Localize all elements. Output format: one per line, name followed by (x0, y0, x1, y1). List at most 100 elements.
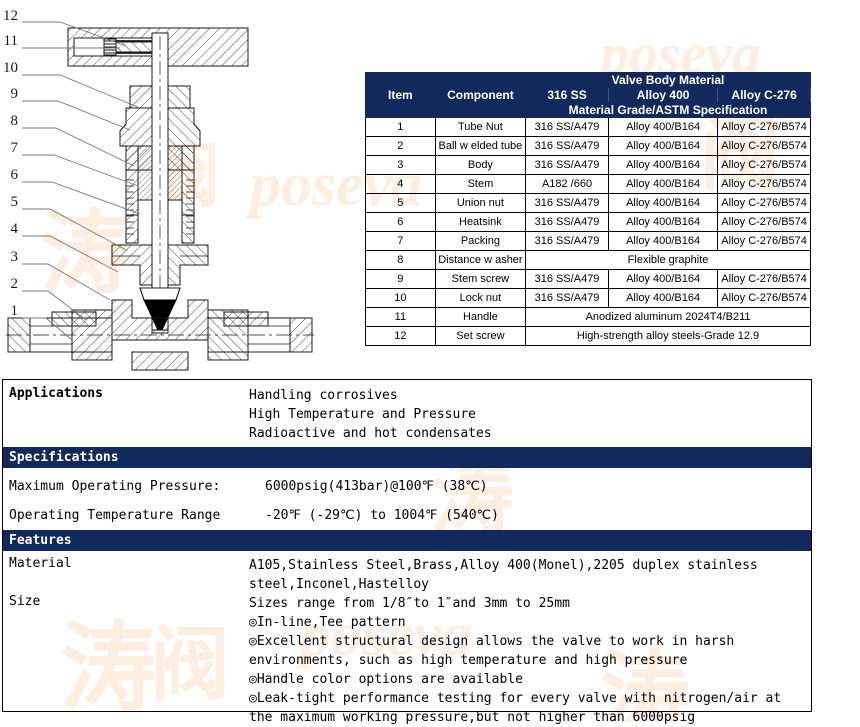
cell-material-316ss: 316 SS/A479 (525, 193, 609, 213)
callout-number: 1 (11, 303, 19, 319)
table-row: 5 Union nut 316 SS/A479 Alloy 400/B164 Alloy… (365, 193, 811, 213)
cell-component: Set screw (434, 326, 527, 346)
material-values: A105,Stainless Steel,Brass,Alloy 400(Mon… (249, 556, 811, 594)
cell-material-alloy400: Alloy 400/B164 (607, 212, 719, 232)
cell-item: 7 (365, 231, 436, 251)
size-line: Sizes range from 1/8″to 1″and 3mm to 25m… (249, 596, 570, 611)
feature-bullets-row: ◎In-line,Tee pattern ◎Excellent structura… (3, 613, 811, 727)
header-material-alloy400: Alloy 400 (607, 87, 719, 103)
header-item: Item (365, 72, 436, 118)
cell-component: Heatsink (434, 212, 527, 232)
parts-table-head: Item Component Valve Body Material 316 S… (365, 72, 811, 118)
cell-item: 2 (365, 136, 436, 156)
cell-material-316ss: 316 SS/A479 (525, 136, 609, 156)
cell-component: Handle (434, 307, 527, 327)
header-material-alloyc276: Alloy C-276 (717, 87, 811, 103)
table-row: 3 Body 316 SS/A479 Alloy 400/B164 Alloy C-27… (365, 155, 811, 175)
specifications-rows: Maximum Operating Pressure: 6000psig(413b… (3, 468, 811, 530)
cell-material-alloy400: Alloy 400/B164 (607, 193, 719, 213)
callout-number: 11 (4, 33, 18, 49)
valve-cross-section-drawing: 12 11 10 9 8 7 6 5 4 3 2 1 (0, 0, 360, 375)
cell-component: Union nut (434, 193, 527, 213)
features-rows: Material A105,Stainless Steel,Brass,Allo… (3, 551, 811, 727)
cell-material-alloyc276: Alloy C-276/B574 (717, 231, 811, 251)
cell-material-316ss: 316 SS/A479 (525, 117, 609, 137)
callout-number: 7 (11, 140, 19, 156)
table-row: 8 Distance w asher Flexible graphite (365, 250, 811, 270)
specification-row: Maximum Operating Pressure: 6000psig(413b… (3, 472, 811, 501)
cell-item: 6 (365, 212, 436, 232)
table-row: 4 Stem A182 /660 Alloy 400/B164 Alloy C-276/… (365, 174, 811, 194)
cell-material-alloy400: Alloy 400/B164 (607, 174, 719, 194)
feature-bullet: ◎Leak-tight performance testing for ever… (249, 691, 782, 706)
cell-component: Stem (434, 174, 527, 194)
feature-bullet: environments, such as high temperature a… (249, 653, 688, 668)
cell-material-alloyc276: Alloy C-276/B574 (717, 212, 811, 232)
specification-value: -20℉ (-29℃) to 1004℉ (540℃) (265, 508, 499, 523)
table-row: 7 Packing 316 SS/A479 Alloy 400/B164 Alloy C… (365, 231, 811, 251)
table-row: 10 Lock nut 316 SS/A479 Alloy 400/B164 Alloy… (365, 288, 811, 308)
cell-component: Packing (434, 231, 527, 251)
header-astm-spec: Material Grade/ASTM Specification (525, 102, 811, 118)
cell-material-alloyc276: Alloy C-276/B574 (717, 136, 811, 156)
header-component: Component (434, 72, 527, 118)
cell-component: Body (434, 155, 527, 175)
parts-table-body: 1 Tube Nut 316 SS/A479 Alloy 400/B164 Alloy … (365, 117, 811, 346)
material-line: steel,Inconel,Hastelloy (249, 577, 430, 592)
callout-number: 8 (11, 113, 19, 129)
callout-number: 2 (11, 276, 19, 292)
table-row: 1 Tube Nut 316 SS/A479 Alloy 400/B164 Alloy … (365, 117, 811, 137)
cell-material-merged: High-strength alloy steels-Grade 12.9 (525, 326, 811, 346)
cell-material-alloyc276: Alloy C-276/B574 (717, 174, 811, 194)
header-row-1: Item Component Valve Body Material (365, 72, 811, 118)
cell-item: 8 (365, 250, 436, 270)
callout-number: 6 (11, 167, 19, 183)
cell-material-merged: Anodized aluminum 2024T4/B211 (525, 307, 811, 327)
application-line: High Temperature and Pressure (249, 407, 476, 422)
cell-material-alloy400: Alloy 400/B164 (607, 117, 719, 137)
valve-parts-table: Item Component Valve Body Material 316 S… (365, 72, 811, 346)
cell-material-merged: Flexible graphite (525, 250, 811, 270)
cell-material-alloy400: Alloy 400/B164 (607, 155, 719, 175)
cell-item: 1 (365, 117, 436, 137)
parts-table-element: Item Component Valve Body Material 316 S… (365, 72, 811, 346)
cell-material-alloyc276: Alloy C-276/B574 (717, 193, 811, 213)
cell-item: 5 (365, 193, 436, 213)
table-row: 11 Handle Anodized aluminum 2024T4/B211 (365, 307, 811, 327)
feature-bullet: ◎Handle color options are available (249, 672, 523, 687)
cell-item: 9 (365, 269, 436, 289)
cell-material-alloyc276: Alloy C-276/B574 (717, 117, 811, 137)
specifications-header: Specifications (3, 447, 811, 468)
feature-material-row: Material A105,Stainless Steel,Brass,Allo… (3, 556, 811, 594)
application-line: Radioactive and hot condensates (249, 426, 492, 441)
features-header: Features (3, 530, 811, 551)
table-row: 6 Heatsink 316 SS/A479 Alloy 400/B164 Alloy … (365, 212, 811, 232)
size-label: Size (9, 594, 41, 609)
feature-bullet-list: ◎In-line,Tee pattern ◎Excellent structura… (249, 613, 811, 727)
feature-bullet: ◎In-line,Tee pattern (249, 615, 406, 630)
specification-label: Maximum Operating Pressure: (9, 479, 221, 494)
applications-label: Applications (9, 386, 103, 401)
cell-material-alloyc276: Alloy C-276/B574 (717, 288, 811, 308)
size-values: Sizes range from 1/8″to 1″and 3mm to 25m… (249, 594, 811, 613)
applications-section: Applications Handling corrosives High Tem… (3, 380, 811, 447)
cell-item: 3 (365, 155, 436, 175)
cell-material-alloyc276: Alloy C-276/B574 (717, 155, 811, 175)
cell-material-alloy400: Alloy 400/B164 (607, 288, 719, 308)
feature-size-row: Size Sizes range from 1/8″to 1″and 3mm t… (3, 594, 811, 613)
cell-material-316ss: 316 SS/A479 (525, 212, 609, 232)
callout-number: 3 (11, 249, 19, 265)
cell-material-316ss: 316 SS/A479 (525, 231, 609, 251)
callout-number: 5 (11, 194, 19, 210)
cell-component: Ball w elded tube (434, 136, 527, 156)
cell-material-316ss: A182 /660 (525, 174, 609, 194)
cell-material-alloy400: Alloy 400/B164 (607, 269, 719, 289)
feature-bullet: ◎Excellent structural design allows the … (249, 634, 735, 649)
material-label: Material (9, 556, 72, 571)
cell-material-alloy400: Alloy 400/B164 (607, 136, 719, 156)
cell-material-alloyc276: Alloy C-276/B574 (717, 269, 811, 289)
cell-material-316ss: 316 SS/A479 (525, 288, 609, 308)
cell-material-316ss: 316 SS/A479 (525, 155, 609, 175)
callout-number: 4 (11, 221, 19, 237)
cell-item: 12 (365, 326, 436, 346)
